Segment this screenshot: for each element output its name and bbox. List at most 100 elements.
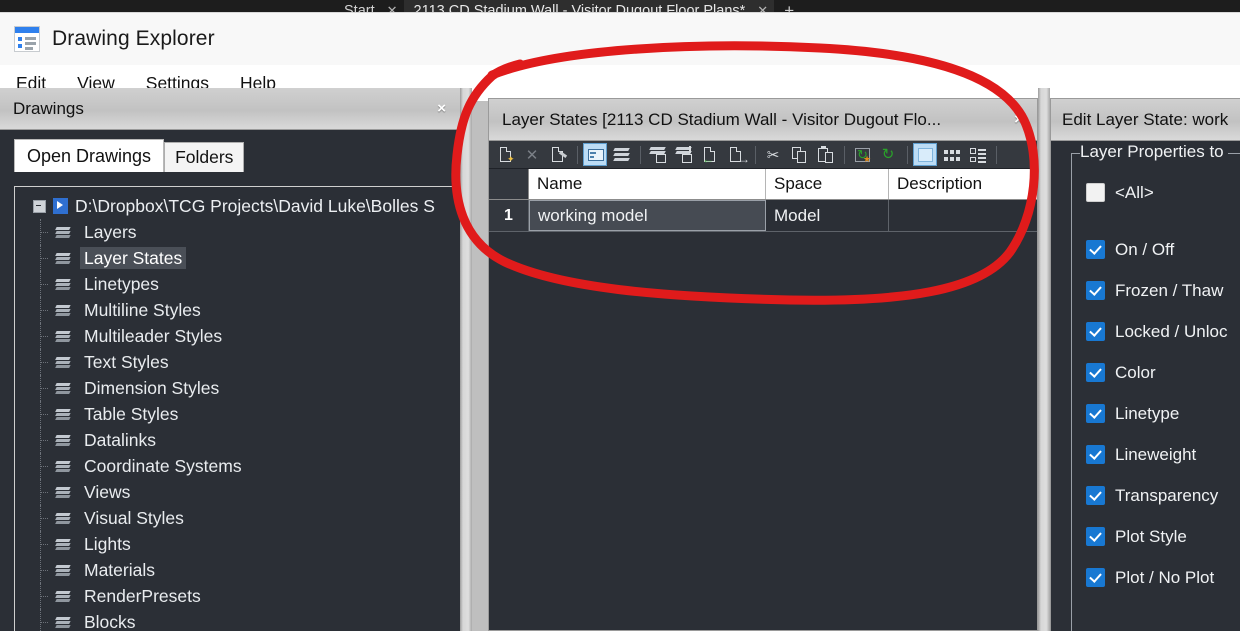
checkbox-row-locked-unloc[interactable]: Locked / Unloc	[1086, 311, 1240, 352]
tree-item-layer-states[interactable]: Layer States	[15, 245, 460, 271]
checkbox-checked-icon[interactable]	[1086, 322, 1105, 341]
document-list-icon	[14, 26, 40, 52]
purge-layer-state-button[interactable]	[546, 143, 570, 166]
edit-layer-state-content: Layer Properties to <All> On / Off Frozen …	[1051, 141, 1240, 631]
view-icons-button[interactable]	[939, 143, 963, 166]
tree-item-multileader-styles[interactable]: Multileader Styles	[15, 323, 460, 349]
layer-states-title: Layer States [2113 CD Stadium Wall - Vis…	[502, 109, 942, 129]
checkbox-checked-icon[interactable]	[1086, 404, 1105, 423]
edit-layer-state-panel: Edit Layer State: work Layer Properties …	[1050, 98, 1240, 631]
tree-item-text-styles[interactable]: Text Styles	[15, 349, 460, 375]
tree-item-label: Blocks	[84, 612, 136, 631]
checkbox-checked-icon[interactable]	[1086, 363, 1105, 382]
close-icon[interactable]: ×	[431, 100, 452, 117]
restore-layer-state-button[interactable]	[646, 143, 670, 166]
layer-states-toolbar: ✦ ✕ ← → ✂ ↻ ★ ↻	[489, 141, 1037, 169]
copy-button[interactable]	[787, 143, 811, 166]
checkbox-unchecked-icon[interactable]	[1086, 183, 1105, 202]
linetypes-icon	[55, 276, 72, 293]
checkbox-checked-icon[interactable]	[1086, 568, 1105, 587]
checkbox-row--all-[interactable]: <All>	[1086, 172, 1240, 213]
tree-item-linetypes[interactable]: Linetypes	[15, 271, 460, 297]
checkbox-row-plot-style[interactable]: Plot Style	[1086, 516, 1240, 557]
tree-item-label: Lights	[84, 534, 131, 554]
tree-root-label: D:\Dropbox\TCG Projects\David Luke\Bolle…	[75, 195, 435, 216]
tree-item-table-styles[interactable]: Table Styles	[15, 401, 460, 427]
delete-layer-state-button[interactable]: ✕	[520, 143, 544, 166]
table-styles-icon	[55, 406, 72, 423]
tree-item-layers[interactable]: Layers	[15, 219, 460, 245]
tree-item-label: Layer States	[80, 247, 187, 269]
drawings-panel-content: Open Drawings Folders D:\Dropbox\TCG Pro…	[0, 130, 460, 631]
checkbox-row-linetype[interactable]: Linetype	[1086, 393, 1240, 434]
tree-item-label: Coordinate Systems	[84, 456, 242, 476]
close-icon[interactable]: ×	[1008, 111, 1029, 128]
toolbar-separator	[844, 145, 845, 164]
table-row[interactable]: 1 working model Model	[489, 200, 1037, 232]
checkbox-checked-icon[interactable]	[1086, 281, 1105, 300]
datalinks-icon	[55, 432, 72, 449]
refresh-from-drawing-button[interactable]: ↻ ★	[850, 143, 874, 166]
tree-item-visual-styles[interactable]: Visual Styles	[15, 505, 460, 531]
edit-layer-state-titlebar: Edit Layer State: work	[1051, 99, 1240, 141]
export-layer-state-button[interactable]: →	[724, 143, 750, 166]
multiline-styles-icon	[55, 302, 72, 319]
tree-item-multiline-styles[interactable]: Multiline Styles	[15, 297, 460, 323]
collapse-expander-icon[interactable]	[33, 199, 46, 213]
checkbox-row-transparency[interactable]: Transparency	[1086, 475, 1240, 516]
checkbox-row-lineweight[interactable]: Lineweight	[1086, 434, 1240, 475]
checkbox-label: Frozen / Thaw	[1115, 280, 1224, 300]
checkbox-checked-icon[interactable]	[1086, 527, 1105, 546]
column-header-name[interactable]: Name	[529, 169, 766, 199]
checkbox-label: Plot / No Plot	[1115, 567, 1215, 587]
cell-space[interactable]: Model	[766, 200, 889, 231]
new-layer-state-button[interactable]: ✦	[494, 143, 518, 166]
layer-states-icon	[55, 250, 72, 267]
drawings-tree[interactable]: D:\Dropbox\TCG Projects\David Luke\Bolle…	[14, 186, 460, 631]
paste-button[interactable]	[813, 143, 837, 166]
tree-item-label: Text Styles	[84, 352, 169, 372]
tree-item-blocks[interactable]: Blocks	[15, 609, 460, 631]
render-presets-icon	[55, 588, 72, 605]
checkbox-label: Lineweight	[1115, 444, 1197, 464]
checkbox-checked-icon[interactable]	[1086, 486, 1105, 505]
cut-button[interactable]: ✂	[761, 143, 785, 166]
checkbox-row-frozen-thaw[interactable]: Frozen / Thaw	[1086, 270, 1240, 311]
checkbox-row-color[interactable]: Color	[1086, 352, 1240, 393]
tree-item-coordinate-systems[interactable]: Coordinate Systems	[15, 453, 460, 479]
cell-description[interactable]	[889, 200, 1037, 231]
column-header-space[interactable]: Space	[766, 169, 889, 199]
checkbox-checked-icon[interactable]	[1086, 240, 1105, 259]
tree-item-renderpresets[interactable]: RenderPresets	[15, 583, 460, 609]
save-layer-state-button[interactable]	[672, 143, 696, 166]
tree-item-materials[interactable]: Materials	[15, 557, 460, 583]
column-header-description[interactable]: Description	[889, 169, 1037, 199]
right-splitter[interactable]	[1038, 88, 1050, 631]
import-layer-state-button[interactable]: ←	[698, 143, 722, 166]
reload-button[interactable]: ↻	[876, 143, 900, 166]
select-layers-button[interactable]	[609, 143, 633, 166]
tree-item-label: Dimension Styles	[84, 378, 220, 398]
left-splitter[interactable]	[460, 88, 472, 631]
tree-item-dimension-styles[interactable]: Dimension Styles	[15, 375, 460, 401]
edit-layer-state-button[interactable]	[583, 143, 607, 166]
toolbar-separator	[755, 145, 756, 164]
checkbox-checked-icon[interactable]	[1086, 445, 1105, 464]
drawings-panel-titlebar: Drawings ×	[0, 88, 460, 130]
dimension-styles-icon	[55, 380, 72, 397]
tab-open-drawings[interactable]: Open Drawings	[14, 139, 165, 172]
checkbox-row-plot-no-plot[interactable]: Plot / No Plot	[1086, 557, 1240, 598]
cell-name[interactable]: working model	[529, 200, 766, 231]
tree-item-views[interactable]: Views	[15, 479, 460, 505]
multileader-styles-icon	[55, 328, 72, 345]
tab-folders[interactable]: Folders	[164, 142, 245, 172]
tree-root-node[interactable]: D:\Dropbox\TCG Projects\David Luke\Bolle…	[15, 193, 460, 219]
column-header-num[interactable]	[489, 169, 529, 199]
tree-item-datalinks[interactable]: Datalinks	[15, 427, 460, 453]
view-list-button[interactable]	[965, 143, 989, 166]
view-details-button[interactable]	[913, 143, 937, 166]
checkbox-row-on-off[interactable]: On / Off	[1086, 229, 1240, 270]
layer-states-table-header: Name Space Description	[489, 169, 1037, 200]
tree-item-label: Visual Styles	[84, 508, 184, 528]
tree-item-lights[interactable]: Lights	[15, 531, 460, 557]
